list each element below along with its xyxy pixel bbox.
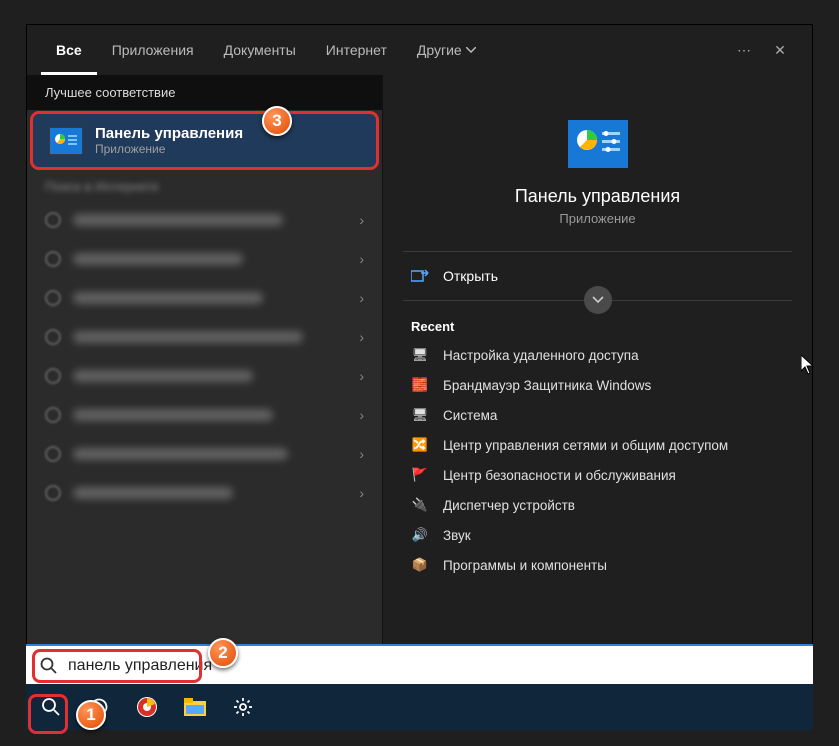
recent-item-icon: 🖥 (411, 347, 429, 363)
start-search-window: Все Приложения Документы Интернет Другие… (26, 24, 813, 686)
recent-item-label: Система (443, 408, 497, 423)
recent-item-label: Брандмауэр Защитника Windows (443, 378, 651, 393)
web-result-item[interactable]: › (27, 316, 382, 358)
tab-apps[interactable]: Приложения (97, 25, 209, 75)
taskbar-settings-icon[interactable] (226, 690, 260, 724)
web-result-item[interactable]: › (27, 280, 382, 316)
chevron-right-icon: › (359, 485, 364, 501)
recent-item-icon: 📦 (411, 557, 429, 573)
recent-item-label: Звук (443, 528, 471, 543)
web-results-header: Поиск в Интернете (27, 171, 382, 202)
web-result-item[interactable]: › (27, 436, 382, 472)
chevron-right-icon: › (359, 446, 364, 462)
open-icon (411, 269, 429, 283)
open-label: Открыть (443, 268, 498, 284)
recent-item-label: Диспетчер устройств (443, 498, 575, 513)
recent-item-label: Центр управления сетями и общим доступом (443, 438, 728, 453)
close-button[interactable]: ✕ (762, 42, 798, 59)
results-panel: Лучшее соответствие Панель управления Пр… (27, 75, 383, 685)
web-result-item[interactable]: › (27, 472, 382, 514)
recent-security-center[interactable]: 🚩 Центр безопасности и обслуживания (383, 460, 812, 490)
annotation-marker-1: 1 (76, 700, 106, 730)
recent-item-icon: 🔌 (411, 497, 429, 513)
recent-item-label: Центр безопасности и обслуживания (443, 468, 676, 483)
recent-system[interactable]: 🖥 Система (383, 400, 812, 430)
web-result-item[interactable]: › (27, 238, 382, 280)
control-panel-large-icon (568, 120, 628, 168)
preview-panel: Панель управления Приложение Открыть Rec… (383, 75, 812, 685)
tab-more-label: Другие (417, 25, 462, 75)
chevron-right-icon: › (359, 251, 364, 267)
recent-item-icon: 🚩 (411, 467, 429, 483)
result-title: Панель управления (95, 125, 243, 142)
tab-all[interactable]: Все (41, 25, 97, 75)
control-panel-icon (49, 127, 83, 155)
chevron-down-icon (592, 296, 604, 304)
tab-internet[interactable]: Интернет (311, 25, 402, 75)
recent-firewall[interactable]: 🧱 Брандмауэр Защитника Windows (383, 370, 812, 400)
preview-header: Панель управления Приложение (383, 105, 812, 251)
result-text: Панель управления Приложение (95, 125, 243, 156)
search-icon (40, 657, 58, 675)
taskbar-search-icon[interactable] (34, 690, 68, 724)
recent-item-icon: 🧱 (411, 377, 429, 393)
recent-item-icon: 🔊 (411, 527, 429, 543)
chevron-right-icon: › (359, 212, 364, 228)
result-control-panel[interactable]: Панель управления Приложение (33, 114, 376, 167)
recent-sound[interactable]: 🔊 Звук (383, 520, 812, 550)
chevron-right-icon: › (359, 329, 364, 345)
recent-network-center[interactable]: 🔀 Центр управления сетями и общим доступо… (383, 430, 812, 460)
recent-device-manager[interactable]: 🔌 Диспетчер устройств (383, 490, 812, 520)
taskbar (26, 684, 813, 730)
expand-button[interactable] (584, 286, 612, 314)
recent-remote-access[interactable]: 🖥 Настройка удаленного доступа (383, 340, 812, 370)
more-options-button[interactable]: ⋯ (726, 42, 762, 59)
main-content: Лучшее соответствие Панель управления Пр… (27, 75, 812, 685)
filter-tabs: Все Приложения Документы Интернет Другие… (27, 25, 812, 75)
web-result-item[interactable]: › (27, 394, 382, 436)
preview-subtitle: Приложение (559, 211, 635, 226)
web-result-item[interactable]: › (27, 202, 382, 238)
result-subtitle: Приложение (95, 142, 243, 156)
recent-list: 🖥 Настройка удаленного доступа 🧱 Брандмауэр… (383, 340, 812, 580)
preview-title: Панель управления (515, 186, 680, 207)
best-match-header: Лучшее соответствие (27, 75, 382, 110)
web-result-item[interactable]: › (27, 358, 382, 394)
recent-item-label: Настройка удаленного доступа (443, 348, 639, 363)
annotation-marker-2: 2 (208, 638, 238, 668)
taskbar-browser-icon[interactable] (130, 690, 164, 724)
tab-more[interactable]: Другие (402, 25, 491, 75)
recent-programs[interactable]: 📦 Программы и компоненты (383, 550, 812, 580)
search-bar[interactable] (26, 644, 813, 686)
recent-item-label: Программы и компоненты (443, 558, 607, 573)
recent-item-icon: 🔀 (411, 437, 429, 453)
tab-docs[interactable]: Документы (209, 25, 311, 75)
search-input[interactable] (68, 657, 799, 675)
taskbar-explorer-icon[interactable] (178, 690, 212, 724)
recent-item-icon: 🖥 (411, 407, 429, 423)
divider (403, 300, 792, 301)
annotation-marker-3: 3 (262, 106, 292, 136)
chevron-right-icon: › (359, 407, 364, 423)
chevron-right-icon: › (359, 290, 364, 306)
chevron-down-icon (466, 47, 476, 53)
chevron-right-icon: › (359, 368, 364, 384)
